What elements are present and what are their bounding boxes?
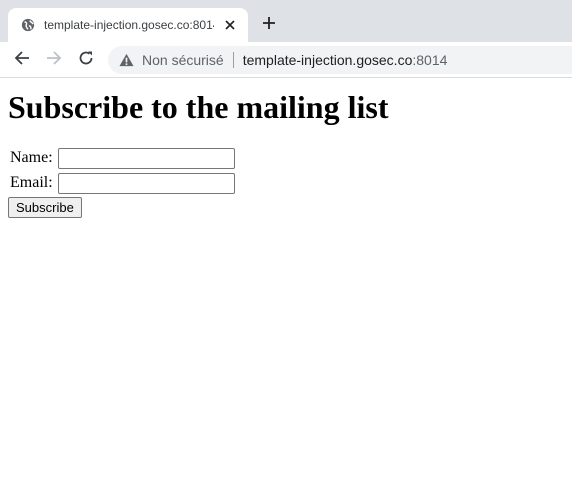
page-title: Subscribe to the mailing list [8,89,389,125]
name-row: Name: [10,147,235,169]
new-tab-button[interactable] [258,14,280,36]
email-label: Email: [10,174,53,191]
tab-strip: template-injection.gosec.co:8014 [0,0,572,42]
email-field[interactable] [58,172,235,194]
browser-window: template-injection.gosec.co:8014 Non séc… [0,0,572,494]
forward-button[interactable] [42,48,66,72]
url-port: :8014 [412,52,448,68]
arrow-left-icon [14,50,30,71]
arrow-right-icon [46,50,62,71]
browser-toolbar: Non sécurisé template-injection.gosec.co… [0,42,572,78]
globe-icon [20,17,36,33]
browser-tab[interactable]: template-injection.gosec.co:8014 [8,8,248,42]
tab-title: template-injection.gosec.co:8014 [44,18,214,32]
email-row: Email: [10,172,235,194]
reload-icon [78,50,94,71]
address-bar[interactable]: Non sécurisé template-injection.gosec.co… [108,46,572,74]
back-button[interactable] [10,48,34,72]
plus-icon [262,16,276,35]
security-status-text[interactable]: Non sécurisé [142,52,224,68]
url-host: template-injection.gosec.co [242,52,413,68]
name-field[interactable] [58,147,235,169]
url-text[interactable]: template-injection.gosec.co:8014 [243,52,448,68]
reload-button[interactable] [74,48,98,72]
omnibox-divider [232,52,234,68]
warning-icon[interactable] [118,52,134,68]
name-label: Name: [10,149,53,166]
page-content: Subscribe to the mailing list Name: Emai… [0,79,572,494]
subscribe-button[interactable]: Subscribe [8,197,82,218]
close-icon[interactable] [220,15,240,35]
